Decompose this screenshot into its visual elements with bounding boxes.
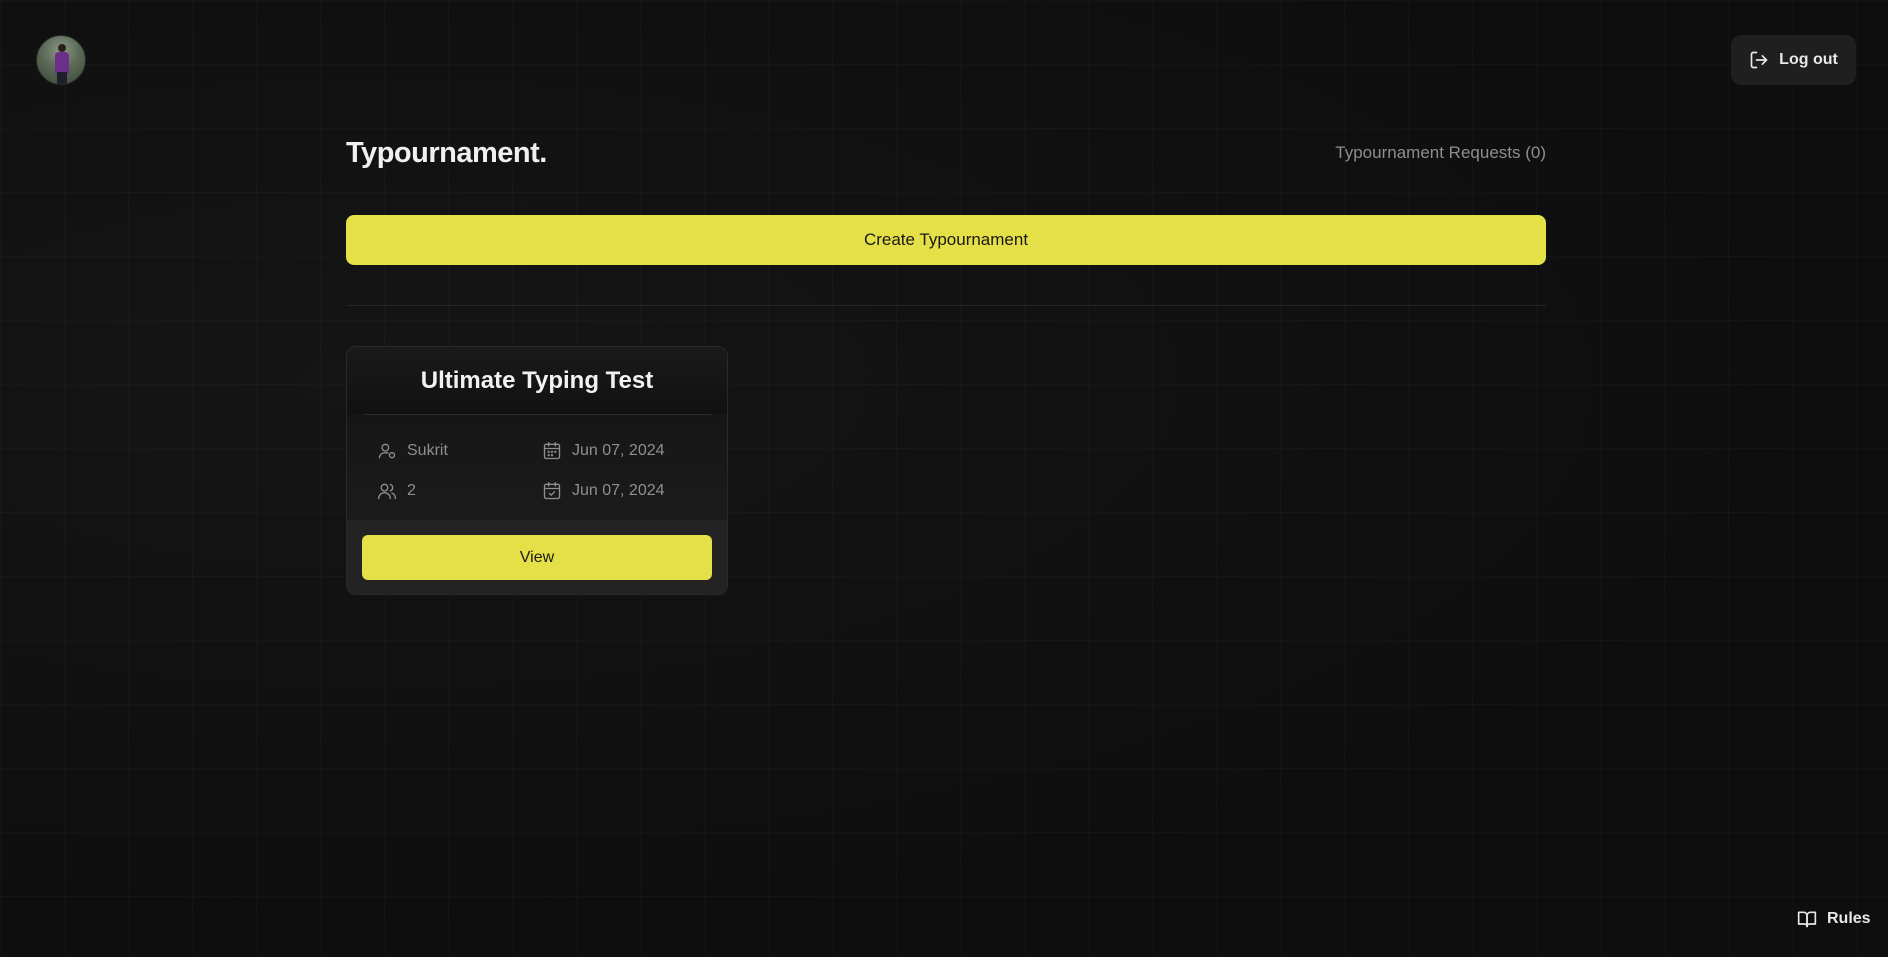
rules-link[interactable]: Rules: [1797, 909, 1871, 929]
user-icon: [378, 443, 396, 459]
logout-label: Log out: [1779, 51, 1838, 68]
logout-icon: [1750, 51, 1768, 69]
users-icon: [378, 483, 396, 500]
end-date: Jun 07, 2024: [572, 482, 665, 499]
avatar-body: [55, 52, 69, 74]
participant-count: 2: [407, 482, 416, 499]
start-date: Jun 07, 2024: [572, 442, 665, 459]
card-footer: View: [347, 520, 727, 594]
participants-info: 2: [377, 481, 416, 501]
avatar-head: [58, 44, 66, 52]
tournament-card: Ultimate Typing Test Sukrit Jun 07, 2024…: [346, 346, 728, 595]
page-title: Typournament.: [346, 136, 547, 169]
rules-label: Rules: [1827, 910, 1871, 927]
calendar-icon: [543, 442, 561, 460]
tournament-title: Ultimate Typing Test: [347, 347, 727, 414]
page-header: Typournament. Typournament Requests (0): [346, 130, 1546, 176]
main-content: Typournament. Typournament Requests (0) …: [346, 130, 1546, 595]
logout-button[interactable]: Log out: [1731, 35, 1856, 85]
book-icon: [1797, 911, 1817, 928]
tournament-info: Sukrit Jun 07, 2024 2 Jun 07, 2024: [347, 415, 727, 520]
user-avatar[interactable]: [36, 35, 86, 85]
view-tournament-button[interactable]: View: [362, 535, 712, 580]
section-divider: [346, 305, 1546, 306]
start-date-info: Jun 07, 2024: [542, 441, 665, 461]
calendar-check-icon: [543, 482, 561, 500]
tournament-requests-link[interactable]: Typournament Requests (0): [1335, 143, 1546, 163]
avatar-legs: [57, 72, 67, 84]
creator-name: Sukrit: [407, 442, 448, 459]
creator-info: Sukrit: [377, 441, 448, 461]
end-date-info: Jun 07, 2024: [542, 481, 665, 501]
create-tournament-button[interactable]: Create Typournament: [346, 215, 1546, 265]
